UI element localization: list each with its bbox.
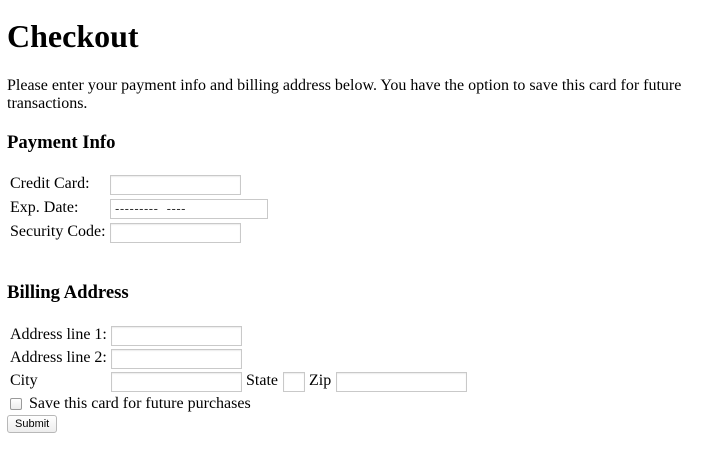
credit-card-input[interactable] bbox=[110, 175, 241, 195]
address-line-1-label: Address line 1: bbox=[10, 326, 107, 343]
city-input[interactable] bbox=[111, 372, 242, 392]
billing-address-heading: Billing Address bbox=[7, 282, 129, 303]
zip-label: Zip bbox=[309, 372, 332, 389]
security-code-input[interactable] bbox=[110, 223, 241, 243]
exp-date-input[interactable]: --------- ---- bbox=[110, 199, 268, 219]
zip-input[interactable] bbox=[336, 372, 467, 392]
city-label: City bbox=[10, 372, 38, 389]
credit-card-label: Credit Card: bbox=[10, 175, 90, 192]
state-input[interactable] bbox=[283, 372, 305, 392]
state-label: State bbox=[246, 372, 278, 389]
save-card-checkbox[interactable] bbox=[10, 398, 22, 410]
address-line-2-input[interactable] bbox=[111, 349, 242, 369]
exp-date-label: Exp. Date: bbox=[10, 199, 79, 216]
payment-info-heading: Payment Info bbox=[7, 132, 116, 153]
security-code-label: Security Code: bbox=[10, 223, 106, 240]
address-line-2-label: Address line 2: bbox=[10, 349, 107, 366]
page-title: Checkout bbox=[7, 18, 139, 54]
address-line-1-input[interactable] bbox=[111, 326, 242, 346]
submit-button[interactable]: Submit bbox=[7, 415, 58, 433]
intro-text: Please enter your payment info and billi… bbox=[7, 77, 682, 112]
save-card-label: Save this card for future purchases bbox=[29, 395, 251, 412]
